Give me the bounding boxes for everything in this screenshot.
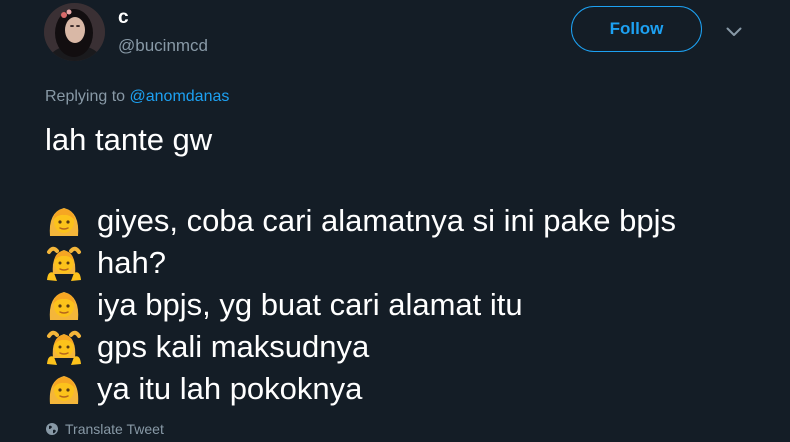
dialogue-text: iya bpjs, yg buat cari alamat itu (97, 287, 523, 322)
tweet-dialogue: giyes, coba cari alamatnya si ini pake b… (45, 200, 676, 410)
dialogue-text: giyes, coba cari alamatnya si ini pake b… (97, 203, 676, 238)
avatar-photo (44, 3, 105, 61)
tweet-card: c @bucinmcd Follow Replying to @anomdana… (0, 0, 790, 442)
tweet-text: lah tante gw (45, 122, 213, 157)
dialogue-text: ya itu lah pokoknya (97, 371, 363, 406)
user-handle[interactable]: @bucinmcd (118, 36, 208, 56)
woman-emoji (45, 286, 83, 324)
more-menu-button[interactable] (722, 22, 746, 42)
dialogue-line: hah? (45, 242, 676, 284)
mention-link[interactable]: @anomdanas (130, 88, 230, 105)
woman-gesturing-ok-emoji (45, 244, 83, 282)
reply-prefix: Replying to (45, 88, 130, 105)
dialogue-line: giyes, coba cari alamatnya si ini pake b… (45, 200, 676, 242)
woman-gesturing-ok-emoji (45, 328, 83, 366)
globe-icon (46, 423, 58, 435)
display-name[interactable]: c (118, 7, 129, 29)
dialogue-line: iya bpjs, yg buat cari alamat itu (45, 284, 676, 326)
reply-context: Replying to @anomdanas (45, 88, 229, 106)
translate-tweet-link[interactable]: Translate Tweet (45, 421, 164, 437)
translate-label: Translate Tweet (65, 421, 164, 437)
dialogue-line: ya itu lah pokoknya (45, 368, 676, 410)
chevron-down-icon (726, 27, 742, 36)
dialogue-text: gps kali maksudnya (97, 329, 370, 364)
avatar[interactable] (44, 3, 105, 61)
woman-emoji (45, 202, 83, 240)
dialogue-text: hah? (97, 245, 166, 280)
dialogue-line: gps kali maksudnya (45, 326, 676, 368)
follow-button[interactable]: Follow (571, 6, 702, 52)
woman-emoji (45, 370, 83, 408)
